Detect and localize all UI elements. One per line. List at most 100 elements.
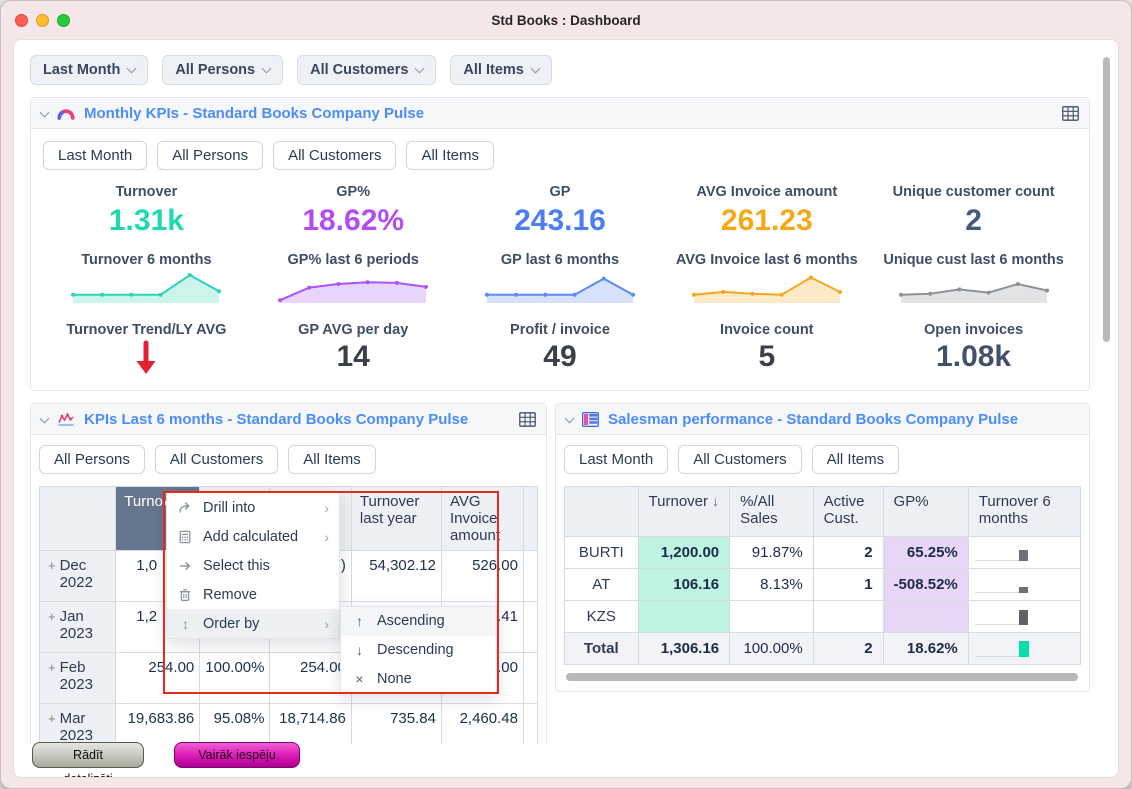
menu-item-add-calculated[interactable]: Add calculated › bbox=[167, 522, 339, 551]
cell-turnover[interactable] bbox=[638, 601, 730, 633]
filter-last-month[interactable]: Last Month bbox=[30, 55, 148, 85]
panel-kpis-6months-header[interactable]: KPIs Last 6 months - Standard Books Comp… bbox=[31, 404, 546, 435]
cell-turnover[interactable]: 1,200.00 bbox=[638, 537, 730, 569]
expand-plus-icon[interactable]: + bbox=[48, 660, 56, 693]
cell[interactable]: 2,460.48 bbox=[441, 704, 523, 745]
collapse-chevron-icon[interactable] bbox=[565, 413, 575, 423]
filter-all-persons[interactable]: All Persons bbox=[162, 55, 283, 85]
cell-pct[interactable]: 91.87% bbox=[730, 537, 814, 569]
row-kzs[interactable]: KZS bbox=[565, 601, 639, 633]
cell-turnover[interactable]: 1,306.16 bbox=[638, 633, 730, 665]
menu-item-select-this[interactable]: Select this bbox=[167, 551, 339, 580]
cell[interactable]: 18,714.86 bbox=[270, 704, 351, 745]
expand-plus-icon[interactable]: + bbox=[48, 711, 56, 744]
cell[interactable]: 100.00% bbox=[200, 653, 270, 704]
col-active-cust[interactable]: Active Cust. bbox=[813, 487, 883, 537]
cell[interactable]: 95.08% bbox=[200, 704, 270, 745]
filter-label: All Persons bbox=[175, 62, 255, 78]
cell-turnover-6m-bar[interactable] bbox=[968, 601, 1080, 633]
cell-turnover-6m-bar[interactable] bbox=[968, 569, 1080, 601]
row-burti[interactable]: BURTI bbox=[565, 537, 639, 569]
arrow-right-icon bbox=[177, 558, 194, 574]
panel-monthly-kpis-header[interactable]: Monthly KPIs - Standard Books Company Pu… bbox=[31, 98, 1089, 129]
cell-gp[interactable]: 18.62% bbox=[883, 633, 968, 665]
row-jan-2023[interactable]: + Jan 2023 bbox=[40, 602, 116, 653]
collapse-chevron-icon[interactable] bbox=[40, 107, 50, 117]
panel-filter-all-persons[interactable]: All Persons bbox=[39, 445, 145, 474]
cell-turnover-6m-bar[interactable] bbox=[968, 537, 1080, 569]
col-pct-all-sales[interactable]: %/All Sales bbox=[730, 487, 814, 537]
col-gp-pct[interactable]: GP% bbox=[883, 487, 968, 537]
kpi-turnover: Turnover 1.31k bbox=[43, 170, 250, 238]
cell-active[interactable]: 2 bbox=[813, 633, 883, 665]
col-avg-invoice-amount[interactable]: AVG Invoice amount bbox=[441, 487, 523, 551]
submenu-item-none[interactable]: × None bbox=[341, 664, 496, 693]
filter-all-customers[interactable]: All Customers bbox=[297, 55, 436, 85]
filter-all-items[interactable]: All Items bbox=[450, 55, 551, 85]
panel-filter-all-customers[interactable]: All Customers bbox=[678, 445, 801, 474]
panel-filter-last-month[interactable]: Last Month bbox=[564, 445, 668, 474]
cell[interactable]: 19,683.86 bbox=[116, 704, 200, 745]
cell[interactable] bbox=[523, 551, 537, 602]
cell[interactable] bbox=[523, 602, 537, 653]
scroll-viewport: Last Month All Persons All Customers All… bbox=[14, 40, 1119, 744]
col-turnover-last-year[interactable]: Turnover last year bbox=[351, 487, 441, 551]
titlebar[interactable]: Std Books : Dashboard bbox=[1, 1, 1131, 39]
zoom-window-button[interactable] bbox=[57, 14, 70, 27]
submenu-item-descending[interactable]: ↓ Descending bbox=[341, 636, 496, 665]
expand-plus-icon[interactable]: + bbox=[48, 609, 56, 642]
more-options-button[interactable]: Vairāk iespēju bbox=[174, 742, 300, 768]
submenu-item-ascending[interactable]: ↑ Ascending bbox=[341, 607, 496, 636]
col-turnover[interactable]: Turnover ↓ bbox=[638, 487, 730, 537]
menu-item-order-by[interactable]: ↕ Order by › bbox=[167, 609, 339, 638]
cell[interactable]: 526.00 bbox=[441, 551, 523, 602]
vertical-scrollbar[interactable] bbox=[1103, 57, 1110, 342]
col-month[interactable] bbox=[40, 487, 116, 551]
minimize-window-button[interactable] bbox=[36, 14, 49, 27]
cell-pct[interactable]: 100.00% bbox=[730, 633, 814, 665]
cell-gp[interactable] bbox=[883, 601, 968, 633]
filter-label: Last Month bbox=[43, 62, 120, 78]
panel-filter-all-items[interactable]: All Items bbox=[406, 141, 494, 170]
cell[interactable]: 735.84 bbox=[351, 704, 441, 745]
row-total[interactable]: Total bbox=[565, 633, 639, 665]
row-dec-2022[interactable]: + Dec 2022 bbox=[40, 551, 116, 602]
panel-salesman-header[interactable]: Salesman performance - Standard Books Co… bbox=[556, 404, 1089, 435]
cell-turnover[interactable]: 106.16 bbox=[638, 569, 730, 601]
collapse-chevron-icon[interactable] bbox=[40, 413, 50, 423]
expand-plus-icon[interactable]: + bbox=[48, 558, 56, 591]
menu-item-remove[interactable]: Remove bbox=[167, 580, 339, 609]
cell-gp[interactable]: 65.25% bbox=[883, 537, 968, 569]
cell[interactable] bbox=[523, 704, 537, 745]
panel-filter-last-month[interactable]: Last Month bbox=[43, 141, 147, 170]
cell[interactable]: 254.00 bbox=[116, 653, 200, 704]
panel-filter-all-items[interactable]: All Items bbox=[288, 445, 376, 474]
cell[interactable]: 54,302.12 bbox=[351, 551, 441, 602]
table-row: BURTI 1,200.00 91.87% 2 65.25% bbox=[565, 537, 1081, 569]
cell-active[interactable] bbox=[813, 601, 883, 633]
horizontal-scrollbar[interactable] bbox=[566, 673, 1078, 681]
col-turnover-6-months[interactable]: Turnover 6 months bbox=[968, 487, 1080, 537]
table-view-icon[interactable] bbox=[519, 412, 536, 427]
row-at[interactable]: AT bbox=[565, 569, 639, 601]
close-window-button[interactable] bbox=[15, 14, 28, 27]
row-mar-2023[interactable]: + Mar 2023 bbox=[40, 704, 116, 745]
col-next-sliver[interactable] bbox=[523, 487, 537, 551]
table-view-icon[interactable] bbox=[1062, 106, 1079, 121]
kpi-label: Turnover bbox=[43, 184, 250, 200]
cell-active[interactable]: 2 bbox=[813, 537, 883, 569]
col-salesman[interactable] bbox=[565, 487, 639, 537]
show-details-button[interactable]: Rādīt detalizēti bbox=[32, 742, 144, 768]
panel-filter-all-customers[interactable]: All Customers bbox=[273, 141, 396, 170]
cell-turnover-6m-bar[interactable] bbox=[968, 633, 1080, 665]
cell-active[interactable]: 1 bbox=[813, 569, 883, 601]
cell[interactable] bbox=[523, 653, 537, 704]
panel-filter-all-items[interactable]: All Items bbox=[812, 445, 900, 474]
cell-pct[interactable]: 8.13% bbox=[730, 569, 814, 601]
cell-gp[interactable]: -508.52% bbox=[883, 569, 968, 601]
panel-filter-all-persons[interactable]: All Persons bbox=[157, 141, 263, 170]
panel-filter-all-customers[interactable]: All Customers bbox=[155, 445, 278, 474]
row-feb-2023[interactable]: + Feb 2023 bbox=[40, 653, 116, 704]
menu-item-drill-into[interactable]: Drill into › bbox=[167, 493, 339, 522]
cell-pct[interactable] bbox=[730, 601, 814, 633]
